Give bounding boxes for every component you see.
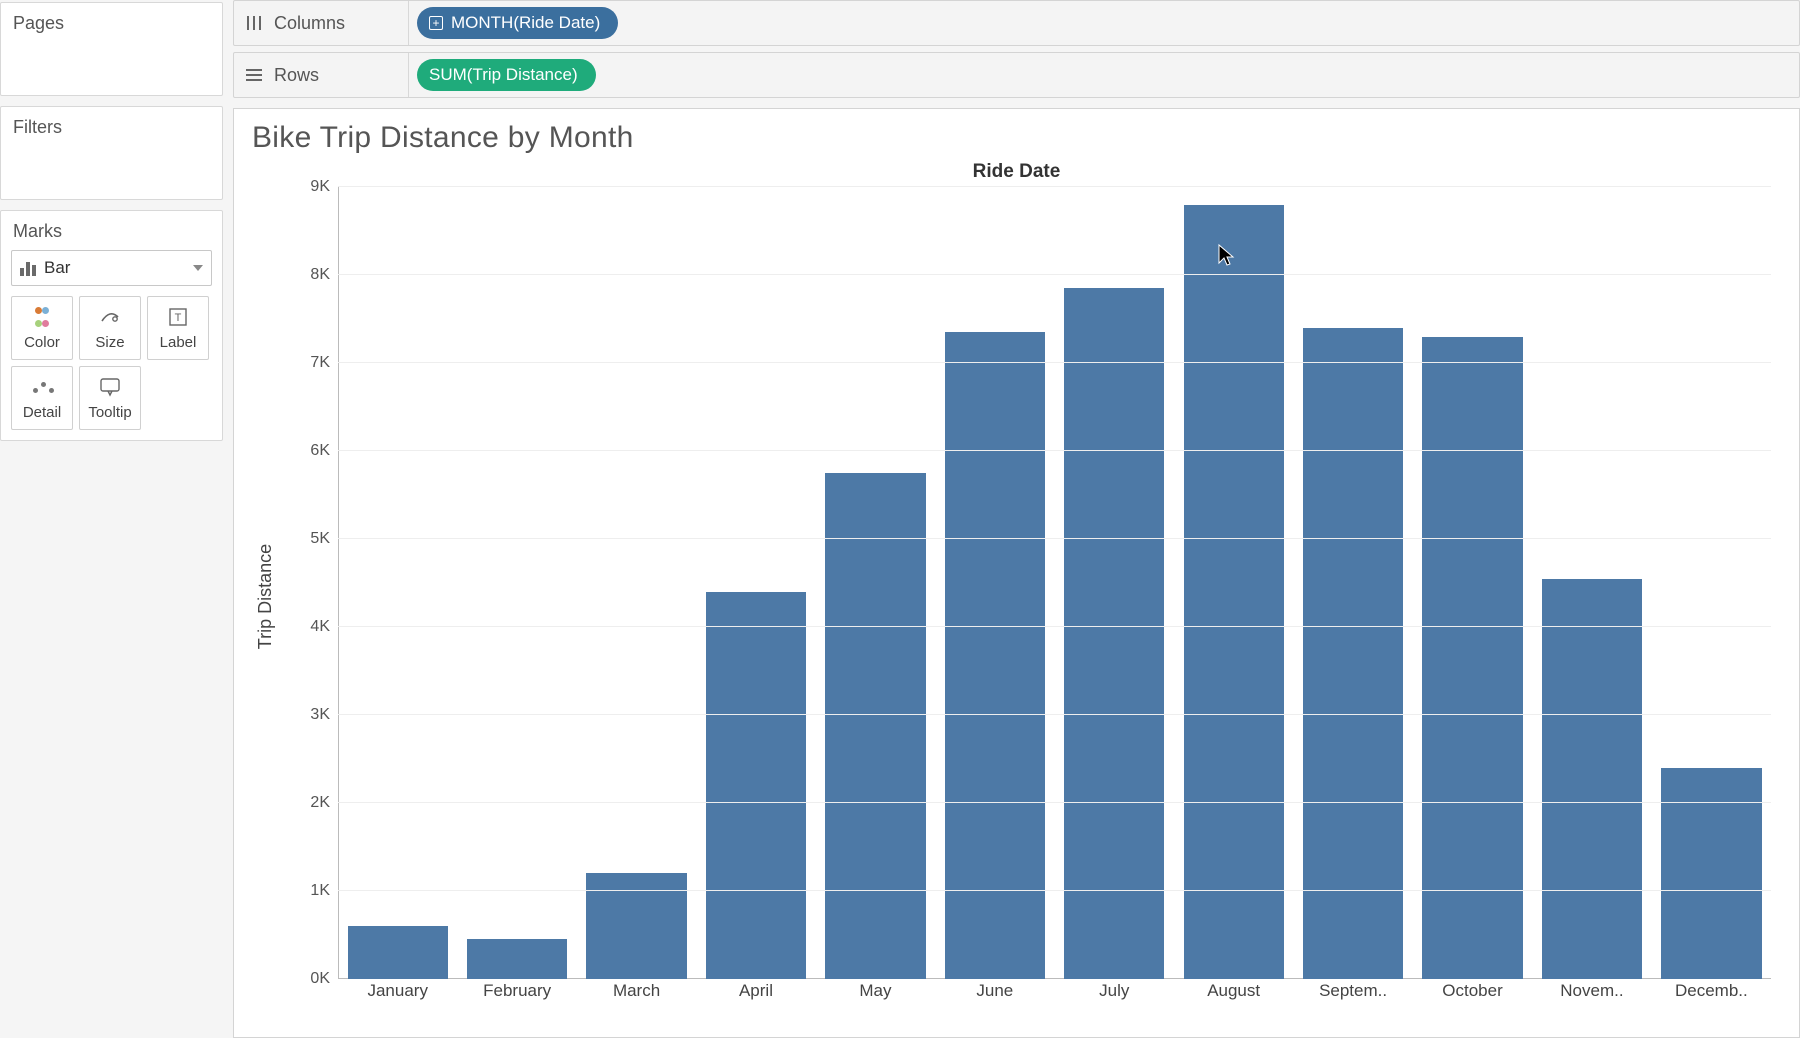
- pages-title: Pages: [1, 3, 222, 40]
- label-icon: T: [168, 306, 188, 328]
- color-button[interactable]: Color: [11, 296, 73, 360]
- bar[interactable]: [825, 473, 925, 979]
- y-tick-label: 3K: [274, 706, 330, 724]
- rows-shelf[interactable]: Rows SUM(Trip Distance): [233, 52, 1800, 98]
- x-tick-label: October: [1413, 981, 1532, 1005]
- x-tick-label: January: [338, 981, 457, 1005]
- bar-icon: [20, 260, 36, 276]
- bar[interactable]: [1661, 768, 1761, 979]
- tooltip-button-label: Tooltip: [88, 404, 131, 421]
- columns-shelf-label: Columns: [274, 13, 345, 34]
- rows-shelf-label: Rows: [274, 65, 319, 86]
- columns-pill[interactable]: + MONTH(Ride Date): [417, 7, 618, 39]
- size-button-label: Size: [95, 334, 124, 351]
- label-button[interactable]: T Label: [147, 296, 209, 360]
- tooltip-icon: [99, 376, 121, 398]
- x-tick-label: June: [935, 981, 1054, 1005]
- color-icon: [32, 306, 52, 328]
- size-icon: [99, 306, 121, 328]
- viz-area[interactable]: Bike Trip Distance by Month Ride Date Tr…: [233, 108, 1800, 1038]
- mark-type-selector[interactable]: Bar: [11, 250, 212, 286]
- rows-pill[interactable]: SUM(Trip Distance): [417, 59, 596, 91]
- y-tick-label: 5K: [274, 530, 330, 548]
- columns-icon: [244, 14, 264, 32]
- y-tick-label: 0K: [274, 970, 330, 988]
- marks-title: Marks: [1, 211, 222, 250]
- pages-panel[interactable]: Pages: [0, 2, 223, 96]
- filters-title: Filters: [1, 107, 222, 144]
- x-tick-label: April: [696, 981, 815, 1005]
- x-tick-label: Decemb..: [1652, 981, 1771, 1005]
- x-tick-label: July: [1055, 981, 1174, 1005]
- detail-button[interactable]: Detail: [11, 366, 73, 430]
- y-tick-label: 8K: [274, 266, 330, 284]
- y-tick-label: 6K: [274, 442, 330, 460]
- y-tick-label: 7K: [274, 354, 330, 372]
- bar[interactable]: [1542, 579, 1642, 979]
- rows-icon: [244, 66, 264, 84]
- label-button-label: Label: [160, 334, 197, 351]
- chart-subtitle: Ride Date: [252, 161, 1781, 183]
- marks-panel: Marks Bar Color: [0, 210, 223, 441]
- bar[interactable]: [1064, 288, 1164, 979]
- x-tick-label: Novem..: [1532, 981, 1651, 1005]
- bar[interactable]: [348, 926, 448, 979]
- bar[interactable]: [706, 592, 806, 979]
- filters-panel[interactable]: Filters: [0, 106, 223, 200]
- plus-icon: +: [429, 16, 443, 30]
- bar[interactable]: [1184, 205, 1284, 979]
- mark-type-label: Bar: [44, 258, 70, 278]
- columns-pill-label: MONTH(Ride Date): [451, 13, 600, 33]
- x-tick-label: Septem..: [1293, 981, 1412, 1005]
- svg-text:T: T: [175, 312, 182, 324]
- chevron-down-icon: [193, 265, 203, 271]
- bar[interactable]: [945, 332, 1045, 979]
- y-tick-label: 1K: [274, 882, 330, 900]
- x-tick-label: May: [816, 981, 935, 1005]
- columns-shelf[interactable]: Columns + MONTH(Ride Date): [233, 0, 1800, 46]
- detail-icon: [31, 376, 53, 398]
- y-tick-label: 9K: [274, 178, 330, 196]
- bar[interactable]: [467, 939, 567, 979]
- detail-button-label: Detail: [23, 404, 61, 421]
- tooltip-button[interactable]: Tooltip: [79, 366, 141, 430]
- color-button-label: Color: [24, 334, 60, 351]
- chart-title: Bike Trip Distance by Month: [252, 121, 1781, 155]
- y-tick-label: 2K: [274, 794, 330, 812]
- bar[interactable]: [1303, 328, 1403, 979]
- bar[interactable]: [1422, 337, 1522, 979]
- rows-pill-label: SUM(Trip Distance): [429, 65, 578, 85]
- y-tick-label: 4K: [274, 618, 330, 636]
- x-tick-label: February: [457, 981, 576, 1005]
- x-tick-label: August: [1174, 981, 1293, 1005]
- x-tick-label: March: [577, 981, 696, 1005]
- size-button[interactable]: Size: [79, 296, 141, 360]
